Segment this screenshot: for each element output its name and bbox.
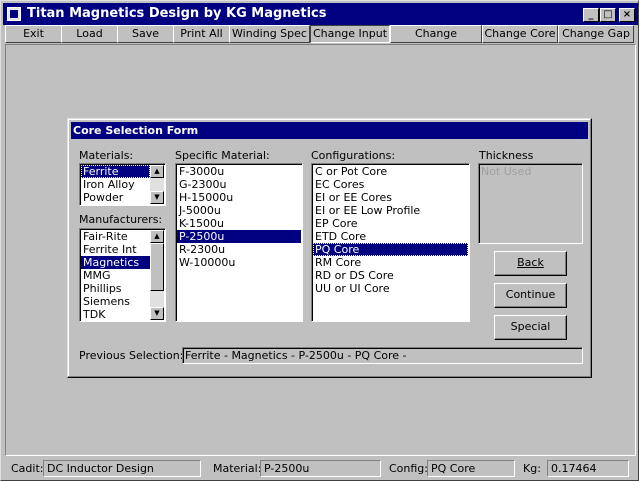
list-item[interactable]: H-15000u <box>177 191 301 204</box>
thickness-value: Not Used <box>481 165 532 178</box>
configurations-list[interactable]: C or Pot Core EC Cores EI or EE Cores EI… <box>311 163 470 322</box>
window-title: Titan Magnetics Design by KG Magnetics <box>27 6 327 21</box>
menu-load[interactable]: Load <box>61 25 118 43</box>
list-item[interactable]: Ferrite Int <box>81 243 150 256</box>
list-item[interactable]: ETD Core <box>313 230 468 243</box>
menu-bar: Exit Load Save Print All Winding Spec Ch… <box>3 25 638 56</box>
list-item[interactable]: G-2300u <box>177 178 301 191</box>
scroll-down-icon[interactable]: ▼ <box>150 307 164 320</box>
list-item[interactable]: K-1500u <box>177 217 301 230</box>
continue-button-label: Continue <box>505 288 556 301</box>
menu-change-core-label: Change Core <box>484 27 556 40</box>
list-item[interactable]: EI or EE Cores <box>313 191 468 204</box>
list-item[interactable]: P-2500u <box>177 230 301 243</box>
kg-field: 0.17464 <box>547 460 629 477</box>
title-bar[interactable]: Titan Magnetics Design by KG Magnetics _… <box>3 3 638 25</box>
minimize-button[interactable]: _ <box>583 8 599 22</box>
list-item[interactable]: EP Core <box>313 217 468 230</box>
list-item[interactable]: RM Core <box>313 256 468 269</box>
materials-scrollbar[interactable]: ▲ ▼ <box>150 165 164 204</box>
menu-change-core[interactable]: Change Core <box>482 25 558 43</box>
menu-change-gap[interactable]: Change Gap <box>558 25 634 43</box>
menu-save-label: Save <box>131 27 159 40</box>
specific-material-list[interactable]: F-3000u G-2300u H-15000u J-5000u K-1500u… <box>175 163 303 322</box>
previous-selection-field: Ferrite - Magnetics - P-2500u - PQ Core … <box>182 347 583 364</box>
menu-exit[interactable]: Exit <box>5 25 62 43</box>
kg-label: Kg: <box>523 462 541 475</box>
list-item[interactable]: Powder <box>81 191 150 204</box>
list-item[interactable]: W-10000u <box>177 256 301 269</box>
config-field: PQ Core <box>427 460 515 477</box>
special-button[interactable]: Special <box>494 315 567 340</box>
list-item[interactable]: Iron Alloy <box>81 178 150 191</box>
list-item[interactable]: Siemens <box>81 295 150 308</box>
thickness-label: Thickness <box>479 149 534 162</box>
scroll-thumb[interactable] <box>150 243 164 291</box>
list-item[interactable]: C or Pot Core <box>313 165 468 178</box>
menu-load-label: Load <box>76 27 103 40</box>
menu-change-material[interactable]: Change Material <box>390 25 482 56</box>
specific-material-label: Specific Material: <box>175 149 270 162</box>
material-label: Material: <box>213 462 262 475</box>
scroll-down-icon[interactable]: ▼ <box>150 191 164 204</box>
scroll-up-icon[interactable]: ▲ <box>150 230 164 243</box>
list-item[interactable]: EC Cores <box>313 178 468 191</box>
menu-save[interactable]: Save <box>117 25 174 43</box>
list-item[interactable]: MMG <box>81 269 150 282</box>
special-button-label: Special <box>510 320 551 333</box>
cadit-field: DC Inductor Design <box>43 460 201 477</box>
menu-winding-spec-label: Winding Spec <box>232 27 307 40</box>
list-item[interactable]: EI or EE Low Profile <box>313 204 468 217</box>
core-selection-dialog: Core Selection Form Materials: Ferrite I… <box>67 118 592 378</box>
back-button-label: Back <box>517 256 544 269</box>
list-item[interactable]: F-3000u <box>177 165 301 178</box>
scroll-up-icon[interactable]: ▲ <box>150 165 164 178</box>
materials-list[interactable]: Ferrite Iron Alloy Powder ▲ ▼ <box>79 163 166 206</box>
back-button[interactable]: Back <box>494 251 567 276</box>
material-field: P-2500u <box>260 460 381 477</box>
manufacturers-list[interactable]: Fair-Rite Ferrite Int Magnetics MMG Phil… <box>79 228 166 322</box>
list-item[interactable]: J-5000u <box>177 204 301 217</box>
list-item[interactable]: UU or UI Core <box>313 282 468 295</box>
thickness-list[interactable]: Not Used <box>478 163 583 244</box>
dialog-title[interactable]: Core Selection Form <box>71 122 588 139</box>
close-button[interactable]: × <box>619 8 635 22</box>
menu-print-all[interactable]: Print All <box>173 25 230 43</box>
manufacturers-scrollbar[interactable]: ▲ ▼ <box>150 230 164 320</box>
list-item[interactable]: Phillips <box>81 282 150 295</box>
list-item[interactable]: PQ Core <box>313 243 468 256</box>
menu-print-all-label: Print All <box>180 27 223 40</box>
materials-label: Materials: <box>79 149 134 162</box>
app-icon[interactable] <box>7 7 21 21</box>
main-window: Titan Magnetics Design by KG Magnetics _… <box>0 0 639 481</box>
list-item[interactable]: Magnetics <box>81 256 150 269</box>
menu-change-input[interactable]: Change Input <box>310 25 390 43</box>
list-item[interactable]: TDK <box>81 308 150 321</box>
continue-button[interactable]: Continue <box>494 283 567 308</box>
previous-selection-label: Previous Selection: <box>79 349 184 362</box>
list-item[interactable]: Ferrite <box>81 165 150 178</box>
list-item[interactable]: R-2300u <box>177 243 301 256</box>
menu-exit-label: Exit <box>23 27 44 40</box>
configurations-label: Configurations: <box>311 149 396 162</box>
maximize-button[interactable]: □ <box>600 8 616 22</box>
menu-change-input-label: Change Input <box>312 27 388 40</box>
list-item[interactable]: Fair-Rite <box>81 230 150 243</box>
cadit-label: Cadit: <box>11 462 44 475</box>
menu-winding-spec[interactable]: Winding Spec <box>229 25 310 43</box>
manufacturers-label: Manufacturers: <box>79 213 163 226</box>
config-label: Config: <box>389 462 428 475</box>
list-item[interactable]: RD or DS Core <box>313 269 468 282</box>
menu-change-gap-label: Change Gap <box>562 27 630 40</box>
